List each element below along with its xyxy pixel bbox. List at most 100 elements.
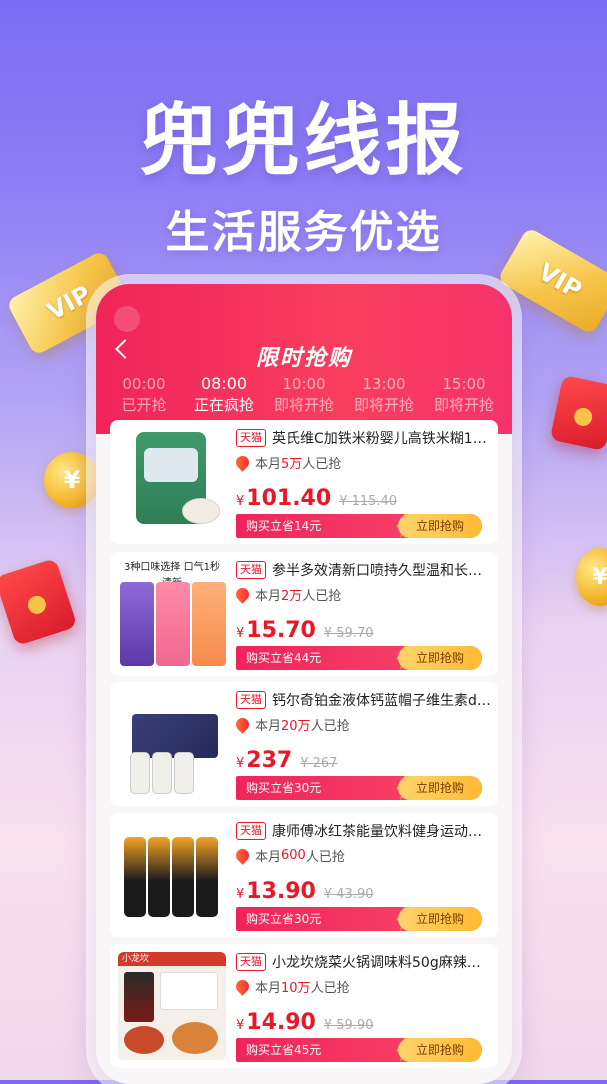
sold-count-row: 本月 5万 人已抢 [233,453,342,472]
price-row: ¥ 13.90 ¥ 43.90 [236,879,374,904]
grab-now-button[interactable]: 立即抢购 [398,776,482,800]
price-row: ¥ 101.40 ¥ 115.40 [236,486,397,511]
grab-now-button[interactable]: 立即抢购 [398,646,482,670]
currency-symbol: ¥ [236,1018,245,1033]
buy-bar[interactable]: 购买立省44元 立即抢购 [236,646,482,670]
tab-time: 08:00 [200,374,248,393]
sold-suffix: 人已抢 [302,457,342,472]
tab-status: 已开抢 [121,396,167,414]
buy-bar[interactable]: 购买立省30元 立即抢购 [236,907,482,931]
original-price: ¥ 267 [300,756,338,771]
coin-icon-right: ¥ [576,548,607,606]
sold-prefix: 本月 [255,981,282,996]
tab-0800[interactable]: 08:00 正在疯抢 [184,374,264,416]
sold-suffix: 人已抢 [310,981,350,996]
tab-time: 10:00 [282,375,326,393]
flash-sale-header: 限时抢购 00:00 已开抢 08:00 正在疯抢 10:00 即将开抢 13:… [96,284,512,434]
sale-price: 237 [246,748,293,773]
product-card[interactable]: 天猫 英氏维C加铁米粉婴儿高铁米糊1阶... 本月 5万 人已抢 ¥ 101.4… [110,420,498,544]
tab-1000[interactable]: 10:00 即将开抢 [264,374,344,416]
sold-suffix: 人已抢 [302,589,342,604]
time-tabs: 00:00 已开抢 08:00 正在疯抢 10:00 即将开抢 13:00 即将… [104,374,504,416]
product-card[interactable]: 3种口味选择 口气1秒 清新 天猫 参半多效清新口喷持久型温和长效... 本月 … [110,552,498,676]
product-image [118,821,226,929]
sold-count-row: 本月 10万 人已抢 [233,977,350,996]
tmall-badge: 天猫 [236,953,266,971]
product-image: 小龙坎 [118,952,226,1060]
product-name[interactable]: 小龙坎烧菜火锅调味料50g麻辣香锅... [272,952,491,972]
red-envelope-left [0,557,78,647]
product-title-row: 天猫 英氏维C加铁米粉婴儿高铁米糊1阶... [236,428,491,448]
sold-count: 5万 [281,457,303,472]
sold-suffix: 人已抢 [310,719,350,734]
tab-status: 即将开抢 [273,396,334,414]
original-price: ¥ 115.40 [339,494,398,509]
tmall-badge: 天猫 [236,691,266,709]
product-title-row: 天猫 康师傅冰红茶能量饮料健身运动饮... [236,821,491,841]
sold-prefix: 本月 [255,719,282,734]
grab-now-button[interactable]: 立即抢购 [398,907,482,931]
sold-prefix: 本月 [255,850,282,865]
fire-icon [233,977,252,996]
currency-symbol: ¥ [236,494,245,509]
tab-1500[interactable]: 15:00 即将开抢 [424,374,504,416]
product-name[interactable]: 英氏维C加铁米粉婴儿高铁米糊1阶... [272,428,491,448]
savings-text: 购买立省44元 [246,651,322,665]
tab-1300[interactable]: 13:00 即将开抢 [344,374,424,416]
decor-bubble [114,306,140,332]
savings-text: 购买立省45元 [246,1043,322,1057]
buy-bar[interactable]: 购买立省14元 立即抢购 [236,514,482,538]
sold-prefix: 本月 [255,457,282,472]
savings-text: 购买立省14元 [246,519,322,533]
hero-title: 兜兜线报 [139,96,468,186]
product-title-row: 天猫 钙尔奇铂金液体钙蓝帽子维生素d3... [236,690,491,710]
product-image [118,428,226,536]
product-name[interactable]: 钙尔奇铂金液体钙蓝帽子维生素d3... [272,690,491,710]
sale-price: 13.90 [246,879,316,904]
sold-count: 20万 [281,719,311,734]
tab-time: 00:00 [122,375,166,393]
red-envelope-right [549,374,607,452]
product-card[interactable]: 天猫 康师傅冰红茶能量饮料健身运动饮... 本月 600 人已抢 ¥ 13.90… [110,813,498,937]
product-card[interactable]: 小龙坎 天猫 小龙坎烧菜火锅调味料50g麻辣香锅... 本月 10万 人已抢 ¥… [110,944,498,1068]
tab-status: 即将开抢 [353,396,414,414]
sold-count: 2万 [281,589,303,604]
sale-price: 15.70 [246,618,316,643]
fire-icon [233,846,252,865]
currency-symbol: ¥ [236,887,245,902]
sold-count: 600 [281,848,306,863]
tab-time: 13:00 [362,375,406,393]
price-row: ¥ 15.70 ¥ 59.70 [236,618,374,643]
tab-status: 即将开抢 [433,396,494,414]
sold-count: 10万 [281,981,311,996]
fire-icon [233,585,252,604]
currency-symbol: ¥ [236,626,245,641]
sold-count-row: 本月 20万 人已抢 [233,715,350,734]
buy-bar[interactable]: 购买立省30元 立即抢购 [236,776,482,800]
original-price: ¥ 59.70 [323,626,374,641]
product-image: 3种口味选择 口气1秒 清新 [118,560,226,668]
original-price: ¥ 59.90 [323,1018,374,1033]
tab-time: 15:00 [442,375,486,393]
sold-count-row: 本月 600 人已抢 [233,846,345,865]
product-title-row: 天猫 小龙坎烧菜火锅调味料50g麻辣香锅... [236,952,491,972]
product-name[interactable]: 参半多效清新口喷持久型温和长效... [272,560,491,580]
sale-price: 101.40 [246,486,332,511]
product-image-caption: 3种口味选择 口气1秒 清新 [118,560,226,589]
product-card[interactable]: 天猫 钙尔奇铂金液体钙蓝帽子维生素d3... 本月 20万 人已抢 ¥ 237 … [110,682,498,806]
savings-text: 购买立省30元 [246,912,322,926]
tab-0000[interactable]: 00:00 已开抢 [104,374,184,416]
tmall-badge: 天猫 [236,429,266,447]
sold-suffix: 人已抢 [305,850,345,865]
grab-now-button[interactable]: 立即抢购 [398,1038,482,1062]
grab-now-button[interactable]: 立即抢购 [398,514,482,538]
product-image [118,690,226,798]
product-name[interactable]: 康师傅冰红茶能量饮料健身运动饮... [272,821,491,841]
sold-prefix: 本月 [255,589,282,604]
tmall-badge: 天猫 [236,822,266,840]
buy-bar[interactable]: 购买立省45元 立即抢购 [236,1038,482,1062]
tab-status: 正在疯抢 [193,396,254,414]
savings-text: 购买立省30元 [246,781,322,795]
fire-icon [233,453,252,472]
fire-icon [233,715,252,734]
